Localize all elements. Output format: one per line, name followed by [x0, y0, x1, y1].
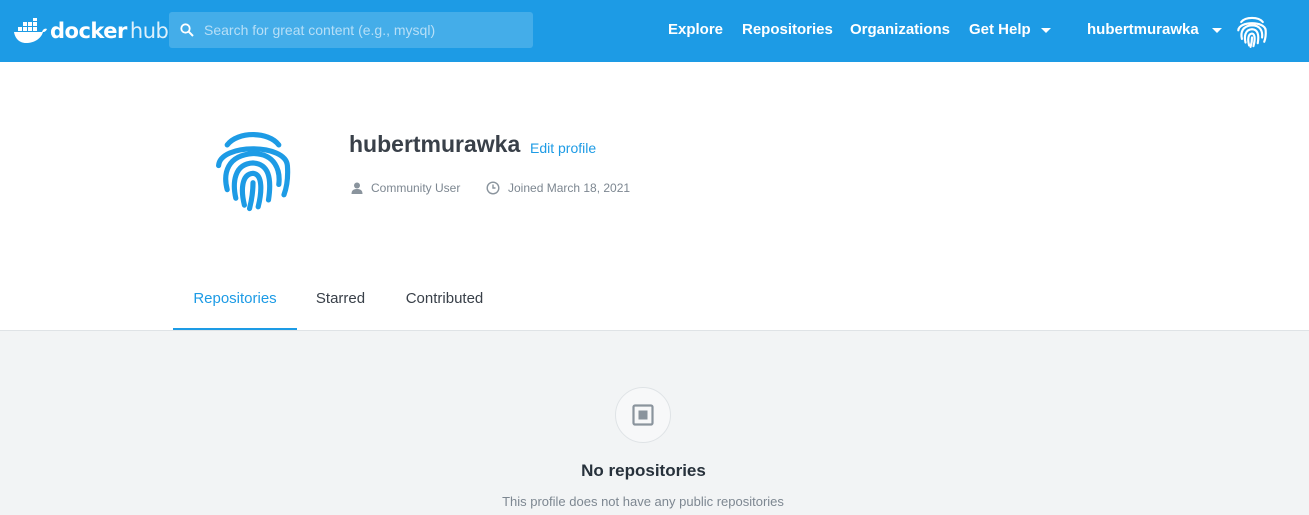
- repositories-panel: No repositories This profile does not ha…: [0, 331, 1309, 515]
- search-icon: [180, 23, 194, 37]
- docker-hub-logo[interactable]: docker hub: [14, 16, 169, 46]
- chevron-down-icon[interactable]: [1212, 28, 1222, 33]
- logo-wordmark: docker hub: [50, 19, 169, 43]
- search-input[interactable]: [204, 22, 524, 38]
- edit-profile-link[interactable]: Edit profile: [530, 140, 596, 156]
- profile-role: Community User: [351, 181, 460, 195]
- tab-contributed[interactable]: Contributed: [384, 280, 505, 330]
- docker-whale-icon: [14, 18, 47, 43]
- clock-icon: [486, 181, 500, 195]
- search-bar[interactable]: [169, 12, 533, 48]
- profile-joined-date: Joined March 18, 2021: [486, 181, 630, 195]
- tab-repositories[interactable]: Repositories: [173, 280, 297, 330]
- repository-icon: [615, 387, 671, 443]
- profile-avatar-fingerprint-icon: [216, 132, 291, 212]
- tab-starred[interactable]: Starred: [297, 280, 384, 330]
- get-help-label: Get Help: [969, 21, 1031, 38]
- chevron-down-icon: [1040, 27, 1051, 33]
- empty-state-title: No repositories: [581, 461, 706, 480]
- nav-organizations-link[interactable]: Organizations: [850, 21, 950, 38]
- profile-username: hubertmurawka: [349, 131, 521, 157]
- nav-explore-link[interactable]: Explore: [668, 21, 723, 38]
- top-navigation-bar: dockerhub Explore Repositories Organizat…: [0, 0, 1309, 62]
- user-icon: [351, 182, 363, 194]
- nav-get-help-menu[interactable]: Get Help: [969, 21, 1051, 38]
- user-menu-username[interactable]: hubertmurawka: [1087, 21, 1199, 38]
- nav-repositories-link[interactable]: Repositories: [742, 21, 833, 38]
- empty-state-subtitle: This profile does not have any public re…: [502, 494, 784, 509]
- profile-role-label: Community User: [371, 181, 461, 195]
- fingerprint-icon[interactable]: [1234, 13, 1270, 49]
- profile-joined-label: Joined March 18, 2021: [508, 181, 631, 195]
